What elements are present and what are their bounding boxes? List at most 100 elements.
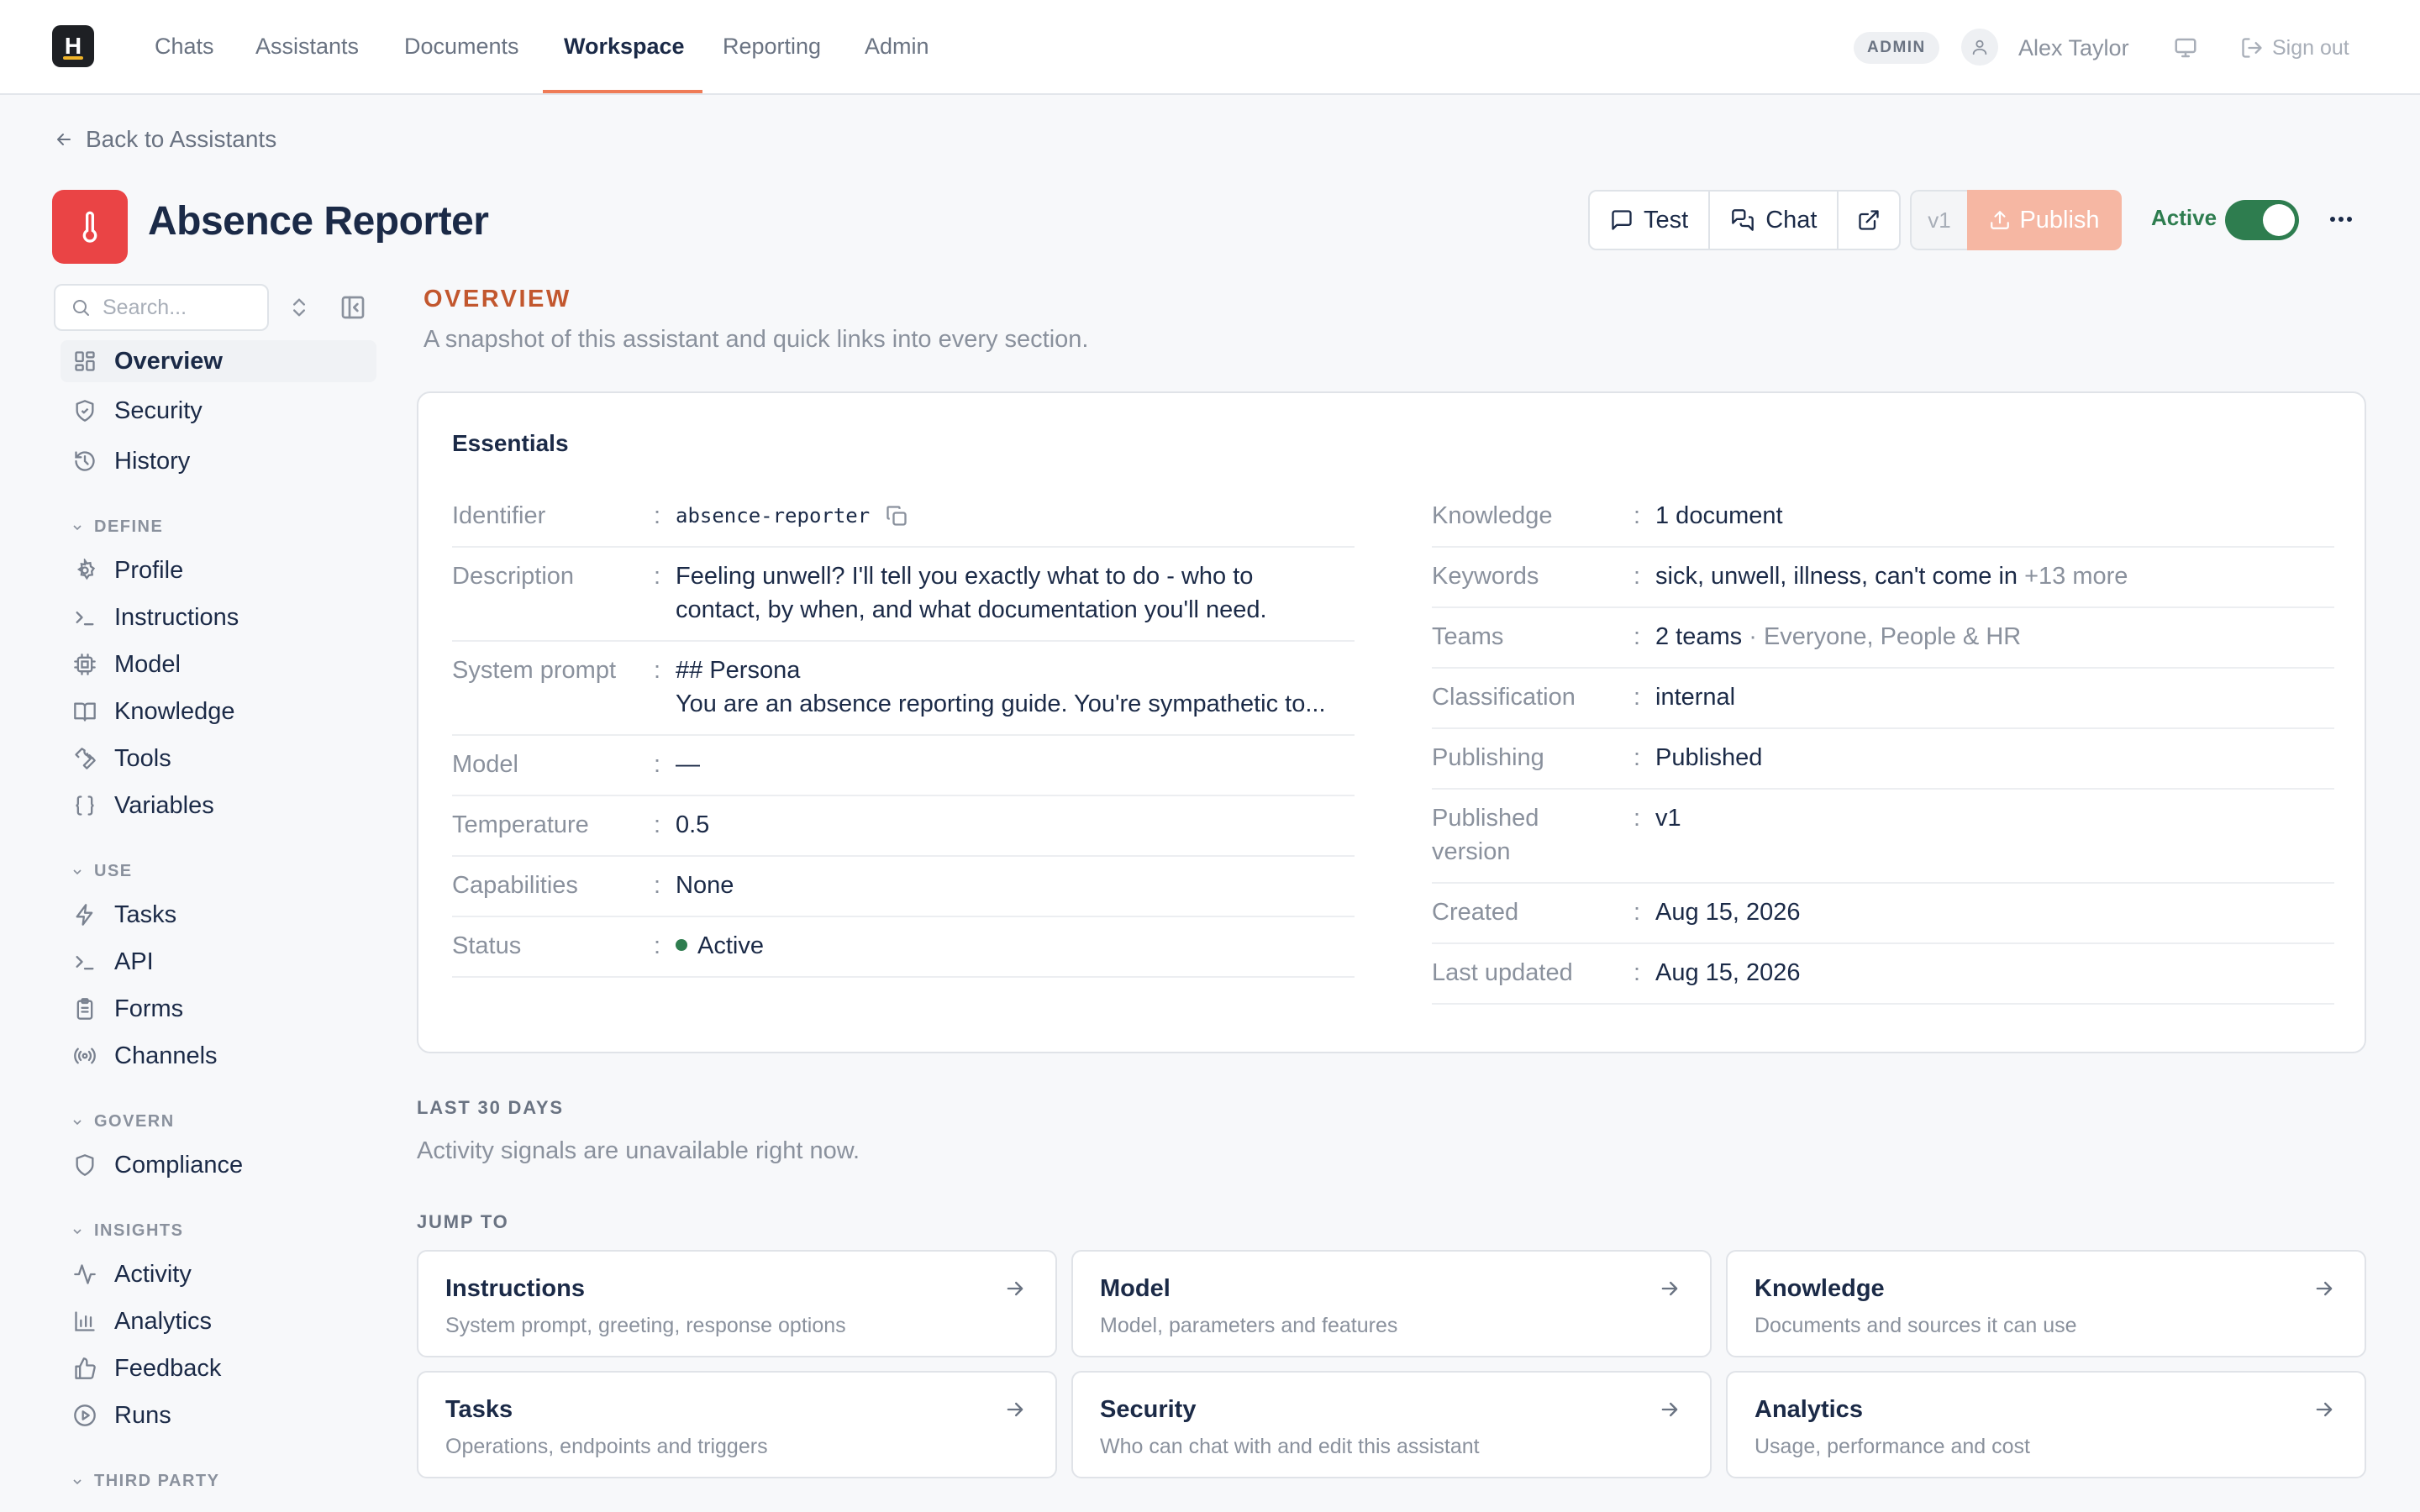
nav-tab-workspace[interactable]: Workspace	[564, 0, 685, 95]
nav-tab-chats[interactable]: Chats	[155, 0, 214, 95]
keywords-more[interactable]: +13 more	[2024, 563, 2128, 590]
sidebar-item-label: Compliance	[114, 1151, 244, 1179]
kv-row-knowledge: Knowledge : 1 document	[1432, 487, 2334, 548]
app-logo[interactable]: H	[52, 25, 94, 67]
kv-label: Created	[1432, 899, 1519, 926]
teams-list: · Everyone, People & HR	[1749, 623, 2022, 650]
grid-icon	[72, 349, 97, 374]
back-to-assistants-link[interactable]: Back to Assistants	[54, 126, 276, 153]
kv-colon: :	[1634, 563, 1641, 590]
sidebar-item-profile[interactable]: Profile	[60, 549, 376, 591]
kv-label: Identifier	[452, 502, 546, 529]
kv-value: 0.5	[676, 811, 710, 838]
kv-colon: :	[1634, 684, 1641, 711]
sidebar-item-analytics[interactable]: Analytics	[60, 1300, 376, 1342]
open-external-button[interactable]	[1839, 192, 1899, 249]
nav-tab-admin[interactable]: Admin	[865, 0, 929, 95]
sidebar-search-input[interactable]	[103, 295, 254, 320]
sidebar-item-label: History	[114, 447, 191, 475]
test-button[interactable]: Test	[1590, 192, 1711, 249]
expand-collapse-icon[interactable]	[287, 294, 311, 321]
broadcast-icon	[72, 1043, 97, 1068]
kv-colon: :	[1634, 959, 1641, 986]
panel-collapse-icon[interactable]	[339, 294, 366, 321]
sidebar-item-instructions[interactable]: Instructions	[60, 596, 376, 638]
jump-card-title: Instructions	[445, 1275, 585, 1302]
sidebar-item-tools[interactable]: Tools	[60, 738, 376, 780]
jump-card-knowledge[interactable]: Knowledge Documents and sources it can u…	[1726, 1250, 2366, 1357]
sidebar-item-history[interactable]: History	[60, 440, 376, 482]
kv-row-model: Model : —	[452, 736, 1355, 796]
jump-card-security[interactable]: Security Who can chat with and edit this…	[1071, 1371, 1712, 1478]
sidebar-section-third-party[interactable]: THIRD PARTY	[71, 1472, 219, 1491]
sidebar-item-channels[interactable]: Channels	[60, 1035, 376, 1077]
sidebar-item-security[interactable]: Security	[60, 390, 376, 432]
active-toggle[interactable]	[2225, 200, 2299, 240]
sidebar-item-compliance[interactable]: Compliance	[60, 1144, 376, 1186]
more-options-icon[interactable]	[2324, 205, 2358, 234]
keywords-value: sick, unwell, illness, can't come in	[1655, 563, 2018, 590]
arrow-right-icon	[2316, 1281, 2333, 1296]
sidebar-item-activity[interactable]: Activity	[60, 1253, 376, 1295]
kv-colon: :	[654, 751, 661, 778]
kv-label: Classification	[1432, 684, 1576, 711]
nav-tab-assistants[interactable]: Assistants	[255, 0, 359, 95]
bar-chart-icon	[72, 1309, 97, 1334]
sidebar-section-use[interactable]: USE	[71, 862, 133, 881]
jump-card-description: Who can chat with and edit this assistan…	[1100, 1435, 1480, 1458]
sidebar-item-api[interactable]: API	[60, 941, 376, 983]
sidebar-item-overview[interactable]: Overview	[60, 340, 376, 382]
braces-icon	[72, 793, 97, 818]
sidebar-item-runs[interactable]: Runs	[60, 1394, 376, 1436]
sidebar-item-label: Security	[114, 396, 203, 424]
page-title: Absence Reporter	[148, 199, 489, 244]
publish-button[interactable]: Publish	[1967, 190, 2122, 250]
jump-card-analytics[interactable]: Analytics Usage, performance and cost	[1726, 1371, 2366, 1478]
version-chip[interactable]: v1	[1910, 190, 1967, 250]
kv-label: Published version	[1432, 805, 1539, 865]
sidebar-item-label: Forms	[114, 995, 184, 1022]
chevron-down-icon	[73, 1119, 82, 1125]
sidebar-item-knowledge[interactable]: Knowledge	[60, 690, 376, 732]
back-link-label: Back to Assistants	[86, 126, 277, 152]
sidebar-item-tasks[interactable]: Tasks	[60, 894, 376, 936]
user-name[interactable]: Alex Taylor	[2018, 32, 2129, 64]
sidebar-item-feedback[interactable]: Feedback	[60, 1347, 376, 1389]
copy-icon[interactable]	[885, 504, 908, 528]
monitor-icon[interactable]	[2173, 35, 2198, 60]
kv-value: ## Persona You are an absence reporting …	[676, 657, 1326, 717]
jump-card-description: Model, parameters and features	[1100, 1314, 1398, 1337]
sidebar-item-label: Analytics	[114, 1307, 213, 1335]
terminal-icon	[72, 605, 97, 630]
sidebar-section-define[interactable]: DEFINE	[71, 517, 163, 537]
jump-card-tasks[interactable]: Tasks Operations, endpoints and triggers	[417, 1371, 1057, 1478]
status-dot-icon	[676, 939, 687, 952]
kv-value: v1	[1655, 805, 1681, 832]
nav-tab-reporting[interactable]: Reporting	[723, 0, 821, 95]
upload-icon	[1991, 211, 2010, 229]
sidebar-section-govern[interactable]: GOVERN	[71, 1112, 175, 1131]
sidebar-item-label: Knowledge	[114, 697, 235, 725]
arrow-right-icon	[1661, 1281, 1678, 1296]
jump-card-model[interactable]: Model Model, parameters and features	[1071, 1250, 1712, 1357]
sidebar-item-forms[interactable]: Forms	[60, 988, 376, 1030]
user-icon[interactable]	[1961, 29, 1998, 66]
kv-row-publishing: Publishing : Published	[1432, 729, 2334, 790]
kv-row-teams: Teams : 2 teams · Everyone, People & HR	[1432, 608, 2334, 669]
jump-card-instructions[interactable]: Instructions System prompt, greeting, re…	[417, 1250, 1057, 1357]
nav-tab-documents[interactable]: Documents	[404, 0, 519, 95]
chat-button[interactable]: Chat	[1710, 192, 1839, 249]
sidebar-section-insights[interactable]: INSIGHTS	[71, 1221, 183, 1241]
kv-value: None	[676, 872, 734, 899]
sidebar-item-variables[interactable]: Variables	[60, 785, 376, 827]
chevron-down-icon	[73, 1478, 82, 1484]
sign-out-button[interactable]: Sign out	[2240, 32, 2349, 64]
kv-label: Temperature	[452, 811, 589, 838]
clipboard-icon	[72, 996, 97, 1021]
thumbs-up-icon	[72, 1356, 97, 1381]
sidebar-item-model[interactable]: Model	[60, 643, 376, 685]
kv-row-temperature: Temperature : 0.5	[452, 796, 1355, 857]
kv-value: Aug 15, 2026	[1655, 899, 1801, 926]
kv-row-system-prompt: System prompt : ## Persona You are an ab…	[452, 642, 1355, 736]
kv-value[interactable]: 1 document	[1655, 499, 2334, 533]
